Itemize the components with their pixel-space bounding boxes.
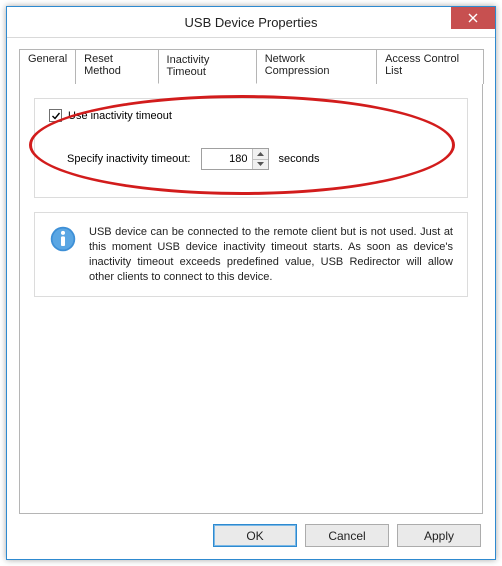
tab-reset-method[interactable]: Reset Method	[75, 49, 158, 84]
tab-general[interactable]: General	[19, 49, 76, 84]
info-text: USB device can be connected to the remot…	[89, 225, 453, 284]
tab-access-control-list[interactable]: Access Control List	[376, 49, 484, 84]
info-icon	[49, 225, 77, 253]
timeout-unit-label: seconds	[279, 153, 320, 165]
timeout-input[interactable]	[202, 149, 252, 169]
inactivity-group: Use inactivity timeout Specify inactivit…	[34, 98, 468, 198]
apply-button[interactable]: Apply	[397, 524, 481, 547]
timeout-spinner	[201, 148, 269, 170]
close-icon	[468, 13, 478, 23]
dialog-window: USB Device Properties General Reset Meth…	[6, 6, 496, 560]
tabstrip: General Reset Method Inactivity Timeout …	[19, 48, 483, 83]
ok-button[interactable]: OK	[213, 524, 297, 547]
timeout-spin-up[interactable]	[253, 149, 268, 159]
specify-timeout-label: Specify inactivity timeout:	[67, 153, 191, 165]
checkmark-icon	[51, 111, 61, 121]
use-inactivity-checkbox[interactable]	[49, 109, 62, 122]
tab-network-compression[interactable]: Network Compression	[256, 49, 377, 84]
button-bar: OK Cancel Apply	[19, 514, 483, 549]
client-area: General Reset Method Inactivity Timeout …	[7, 38, 495, 559]
cancel-button[interactable]: Cancel	[305, 524, 389, 547]
use-inactivity-label: Use inactivity timeout	[68, 110, 172, 122]
chevron-down-icon	[257, 162, 264, 166]
titlebar: USB Device Properties	[7, 7, 495, 38]
window-title: USB Device Properties	[185, 15, 318, 30]
tab-page: Use inactivity timeout Specify inactivit…	[19, 83, 483, 514]
close-button[interactable]	[451, 7, 495, 29]
timeout-spin-down[interactable]	[253, 159, 268, 170]
info-panel: USB device can be connected to the remot…	[34, 212, 468, 297]
chevron-up-icon	[257, 152, 264, 156]
tab-inactivity-timeout[interactable]: Inactivity Timeout	[158, 49, 257, 84]
